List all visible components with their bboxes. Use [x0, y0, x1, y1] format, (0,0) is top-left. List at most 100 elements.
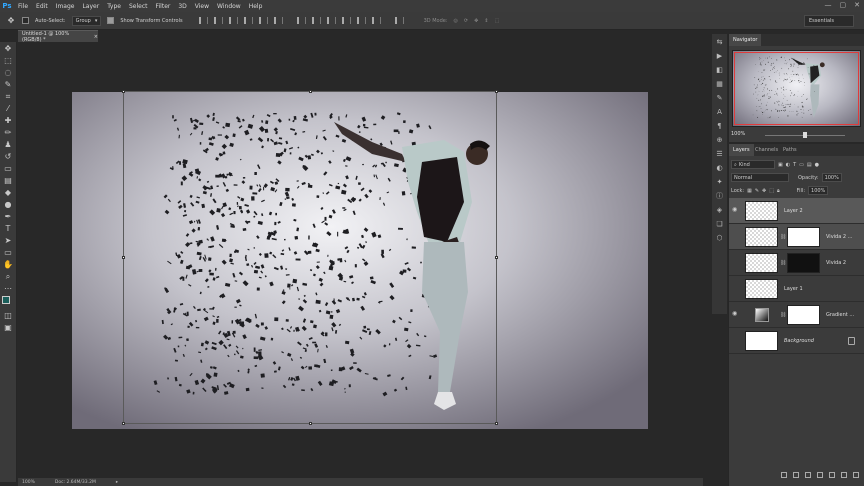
timeline-panel-icon[interactable]: ⬡ — [716, 234, 724, 242]
visibility-eye-icon[interactable]: ◉ — [732, 207, 740, 213]
3d-scale-icon[interactable]: ⬚ — [495, 18, 500, 24]
hand-tool-icon[interactable]: ✋ — [3, 260, 13, 269]
history-panel-icon[interactable]: ⇆ — [716, 38, 724, 46]
color-swatches[interactable] — [2, 296, 14, 308]
lock-pixels-icon[interactable]: ✎ — [755, 188, 759, 194]
fill-input[interactable]: 100% — [808, 186, 829, 195]
clone-source-panel-icon[interactable]: ⊕ — [716, 136, 724, 144]
layer-style-icon[interactable] — [793, 472, 799, 478]
type-tool-icon[interactable]: T — [3, 224, 13, 233]
transform-handle-bottom-right[interactable] — [495, 422, 498, 425]
delete-layer-icon[interactable] — [853, 472, 859, 478]
move-tool-icon[interactable]: ✥ — [6, 16, 16, 25]
auto-align-icon[interactable] — [394, 17, 404, 24]
tab-paths[interactable]: Paths — [779, 144, 801, 156]
menu-layer[interactable]: Layer — [78, 3, 103, 10]
history-brush-icon[interactable]: ↺ — [3, 152, 13, 161]
navigator-zoom-knob[interactable] — [803, 132, 807, 138]
menu-help[interactable]: Help — [245, 3, 267, 10]
tab-channels[interactable]: Channels — [751, 144, 782, 156]
lasso-tool-icon[interactable]: ◌ — [3, 68, 13, 77]
swatches-panel-icon[interactable]: ▦ — [716, 80, 724, 88]
eraser-tool-icon[interactable]: ▭ — [3, 164, 13, 173]
status-menu-arrow-icon[interactable]: ▸ — [116, 480, 118, 485]
transform-handle-top-left[interactable] — [122, 90, 125, 93]
menu-type[interactable]: Type — [103, 3, 125, 10]
transform-handle-middle-left[interactable] — [122, 256, 125, 259]
menu-filter[interactable]: Filter — [152, 3, 175, 10]
opacity-input[interactable]: 100% — [821, 173, 842, 182]
blend-mode-select[interactable]: Normal — [731, 173, 789, 182]
pen-tool-icon[interactable]: ✒ — [3, 212, 13, 221]
menu-3d[interactable]: 3D — [174, 3, 190, 10]
lock-position-icon[interactable]: ✥ — [762, 188, 766, 194]
layer-row-background[interactable]: Background — [729, 328, 864, 354]
3d-roll-icon[interactable]: ⟳ — [464, 18, 468, 24]
marquee-tool-icon[interactable]: ⬚ — [3, 56, 13, 65]
transform-handle-top-center[interactable] — [309, 90, 312, 93]
move-tool-icon[interactable]: ✥ — [3, 44, 13, 53]
menu-window[interactable]: Window — [213, 3, 245, 10]
layer-row-vivida-2[interactable]: ⛓ Vivida 2 — [729, 250, 864, 276]
3d-slide-icon[interactable]: ⇕ — [484, 18, 488, 24]
tab-navigator[interactable]: Navigator — [729, 34, 762, 46]
paragraph-panel-icon[interactable]: ¶ — [716, 122, 724, 130]
maximize-icon[interactable]: ▢ — [840, 1, 847, 9]
navigator-view-box[interactable] — [734, 52, 859, 125]
link-layers-icon[interactable] — [781, 472, 787, 478]
transform-handle-bottom-left[interactable] — [122, 422, 125, 425]
visibility-eye-icon[interactable]: ◉ — [732, 311, 740, 317]
distribute-bottom-icon[interactable] — [326, 17, 336, 24]
transform-handle-middle-right[interactable] — [495, 256, 498, 259]
brush-tool-icon[interactable]: ✏ — [3, 128, 13, 137]
layer-row-layer-2[interactable]: ◉ Layer 2 — [729, 198, 864, 224]
healing-tool-icon[interactable]: ✚ — [3, 116, 13, 125]
lock-transparent-icon[interactable]: ▦ — [747, 188, 752, 194]
add-mask-icon[interactable] — [805, 472, 811, 478]
menu-select[interactable]: Select — [125, 3, 152, 10]
distribute-top-icon[interactable] — [296, 17, 306, 24]
color-panel-icon[interactable]: ◧ — [716, 66, 724, 74]
eyedropper-tool-icon[interactable]: ⁄ — [3, 104, 13, 113]
lock-icon[interactable] — [848, 337, 855, 345]
menu-file[interactable]: File — [14, 3, 32, 10]
transform-handle-bottom-center[interactable] — [309, 422, 312, 425]
close-icon[interactable]: ✕ — [854, 1, 860, 9]
gradient-tool-icon[interactable]: ▤ — [3, 176, 13, 185]
align-left-icon[interactable] — [243, 17, 253, 24]
distribute-left-icon[interactable] — [341, 17, 351, 24]
filter-type-icon[interactable]: T — [793, 162, 796, 168]
quick-mask-icon[interactable]: ◫ — [3, 311, 13, 320]
align-vcenter-icon[interactable] — [213, 17, 223, 24]
lock-artboard-icon[interactable]: ⬚ — [769, 188, 774, 194]
menu-edit[interactable]: Edit — [32, 3, 52, 10]
crop-tool-icon[interactable]: ⌗ — [3, 92, 13, 101]
actions-panel-icon[interactable]: ▶ — [716, 52, 724, 60]
minimize-icon[interactable]: — — [825, 1, 832, 9]
filter-shape-icon[interactable]: ▭ — [799, 162, 804, 168]
filter-adjustment-icon[interactable]: ◐ — [786, 162, 790, 168]
info-panel-icon[interactable]: ⓘ — [716, 192, 724, 200]
blur-tool-icon[interactable]: ◆ — [3, 188, 13, 197]
align-top-icon[interactable] — [198, 17, 208, 24]
new-group-icon[interactable] — [829, 472, 835, 478]
menu-view[interactable]: View — [191, 3, 213, 10]
filter-toggle-icon[interactable]: ● — [815, 162, 819, 168]
layer-row-layer-1[interactable]: Layer 1 — [729, 276, 864, 302]
close-tab-icon[interactable]: × — [94, 34, 98, 40]
libraries-panel-icon[interactable]: ❏ — [716, 220, 724, 228]
align-hcenter-icon[interactable] — [258, 17, 268, 24]
screen-mode-icon[interactable]: ▣ — [3, 323, 13, 332]
3d-orbit-icon[interactable]: ◎ — [454, 18, 458, 24]
filter-pixel-icon[interactable]: ▣ — [778, 162, 783, 168]
auto-select-checkbox[interactable] — [22, 17, 29, 24]
character-panel-icon[interactable]: A — [716, 108, 724, 116]
navigator-thumbnail[interactable] — [732, 50, 861, 127]
layer-mask-thumbnail[interactable] — [787, 227, 820, 247]
adjustments-panel-icon[interactable]: ◐ — [716, 164, 724, 172]
3d-pan-icon[interactable]: ✥ — [474, 18, 478, 24]
more-tools-icon[interactable]: ⋯ — [3, 284, 13, 293]
status-zoom[interactable]: 100% — [22, 480, 35, 485]
dodge-tool-icon[interactable]: ● — [3, 200, 13, 209]
layer-row-vivida-2-copy[interactable]: ⛓ Vivida 2 ... — [729, 224, 864, 250]
